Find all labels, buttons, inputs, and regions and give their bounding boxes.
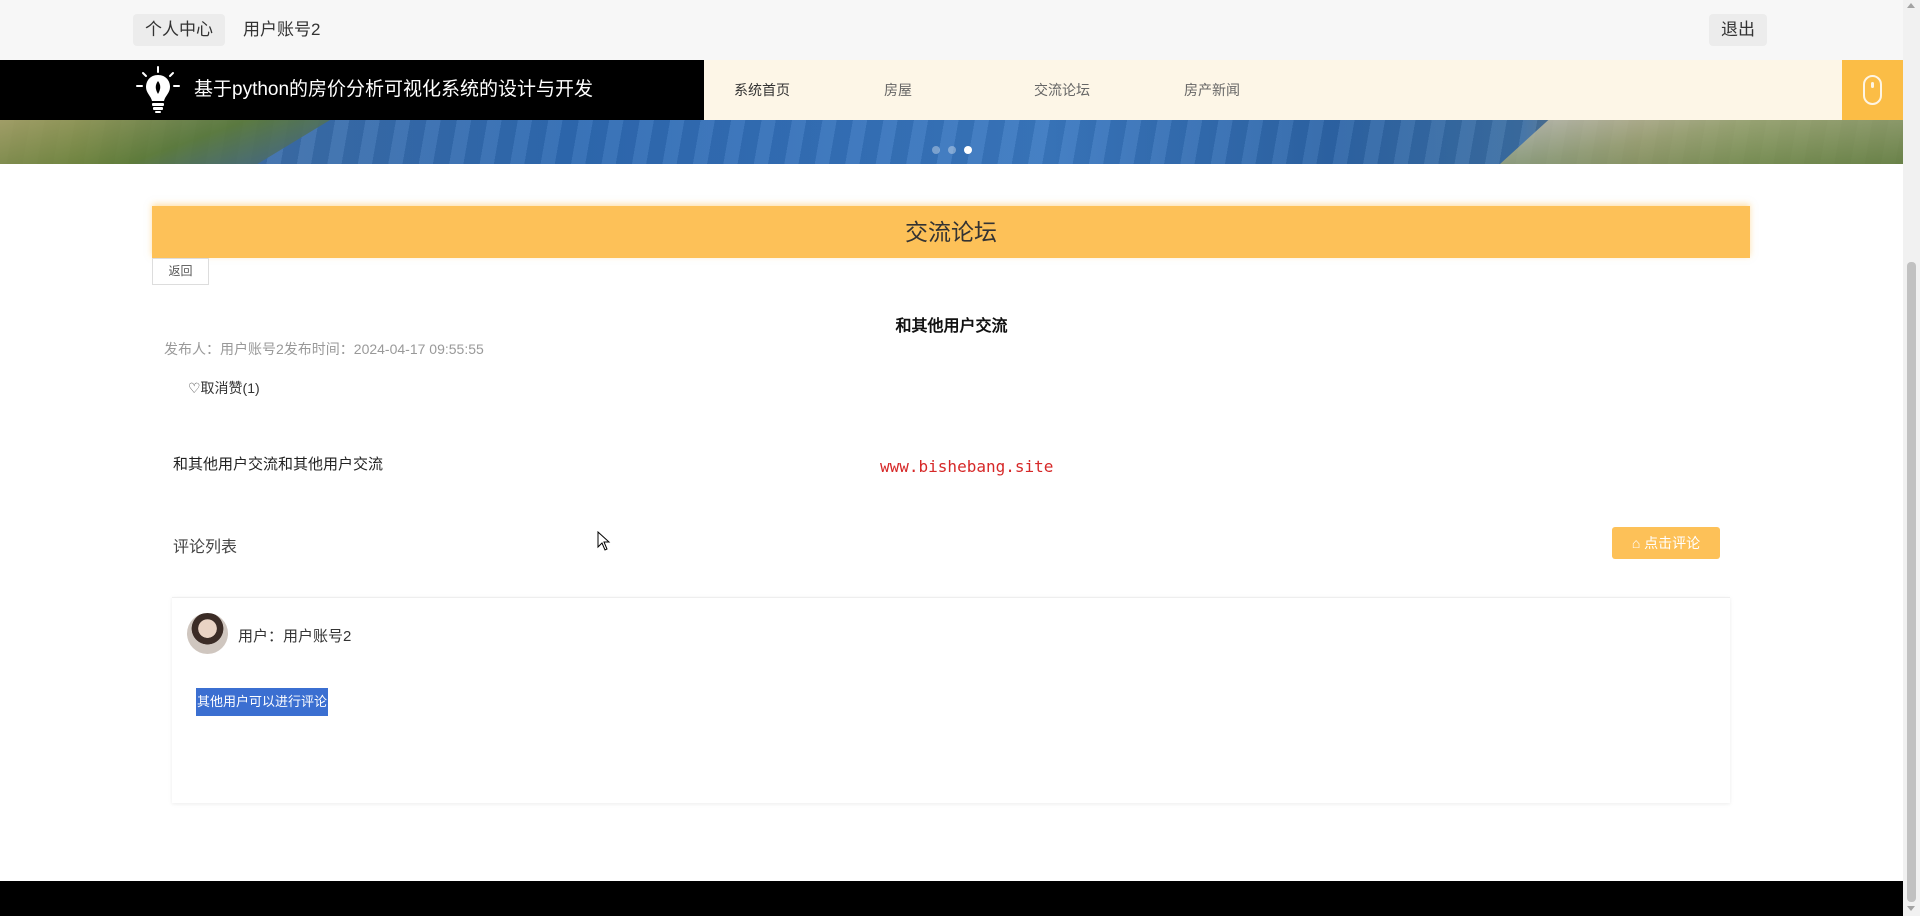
unlike-button[interactable]: ♡取消赞(1) bbox=[188, 378, 260, 398]
home-icon: ⌂ bbox=[1631, 535, 1641, 551]
nav-item-forum[interactable]: 交流论坛 bbox=[1034, 60, 1090, 120]
avatar bbox=[187, 613, 228, 654]
carousel-dot-2[interactable] bbox=[948, 146, 956, 154]
comment-text: 其他用户可以进行评论 bbox=[196, 688, 329, 716]
brand: 基于python的房价分析可视化系统的设计与开发 bbox=[0, 60, 704, 120]
main-nav: 系统首页 房屋 交流论坛 房产新闻 bbox=[704, 60, 1842, 120]
footer bbox=[0, 881, 1903, 916]
post-title: 和其他用户交流 bbox=[895, 318, 1008, 335]
mouse-icon bbox=[1863, 75, 1882, 105]
carousel-dot-1[interactable] bbox=[932, 146, 940, 154]
mouse-cursor-icon bbox=[597, 531, 611, 551]
site-title: 基于python的房价分析可视化系统的设计与开发 bbox=[194, 79, 594, 100]
section-title: 交流论坛 bbox=[152, 206, 1750, 258]
watermark-text: www.bishebang.site bbox=[880, 457, 1054, 476]
banner-image-left bbox=[0, 120, 330, 164]
banner-image-right bbox=[1500, 120, 1903, 164]
banner-carousel bbox=[0, 120, 1903, 164]
carousel-dot-3[interactable] bbox=[964, 146, 972, 154]
comments-heading: 评论列表 bbox=[173, 539, 238, 556]
nav-item-news[interactable]: 房产新闻 bbox=[1184, 60, 1240, 120]
scroll-down-icon[interactable] bbox=[1907, 906, 1915, 911]
account-name[interactable]: 用户账号2 bbox=[231, 14, 332, 46]
add-comment-label: 点击评论 bbox=[1644, 535, 1701, 551]
nav-item-houses[interactable]: 房屋 bbox=[884, 60, 912, 120]
nav-item-home[interactable]: 系统首页 bbox=[734, 60, 790, 120]
nav-cta-button[interactable] bbox=[1842, 60, 1903, 120]
comment-username: 用户：用户账号2 bbox=[238, 628, 352, 645]
logout-button[interactable]: 退出 bbox=[1709, 14, 1767, 46]
top-user-bar: 个人中心 用户账号2 退出 bbox=[0, 0, 1903, 60]
page-scrollbar[interactable] bbox=[1903, 0, 1920, 916]
scroll-up-icon[interactable] bbox=[1907, 3, 1915, 8]
scroll-thumb[interactable] bbox=[1907, 262, 1916, 902]
lightbulb-icon bbox=[136, 66, 180, 113]
comment-card bbox=[172, 597, 1730, 803]
back-button[interactable]: 返回 bbox=[152, 258, 209, 285]
post-meta: 发布人：用户账号2发布时间：2024-04-17 09:55:55 bbox=[164, 341, 484, 357]
post-content: 和其他用户交流和其他用户交流 bbox=[173, 456, 384, 473]
site-header: 基于python的房价分析可视化系统的设计与开发 系统首页 房屋 交流论坛 房产… bbox=[0, 60, 1903, 120]
personal-center-button[interactable]: 个人中心 bbox=[133, 14, 225, 46]
add-comment-button[interactable]: ⌂ 点击评论 bbox=[1612, 527, 1720, 559]
